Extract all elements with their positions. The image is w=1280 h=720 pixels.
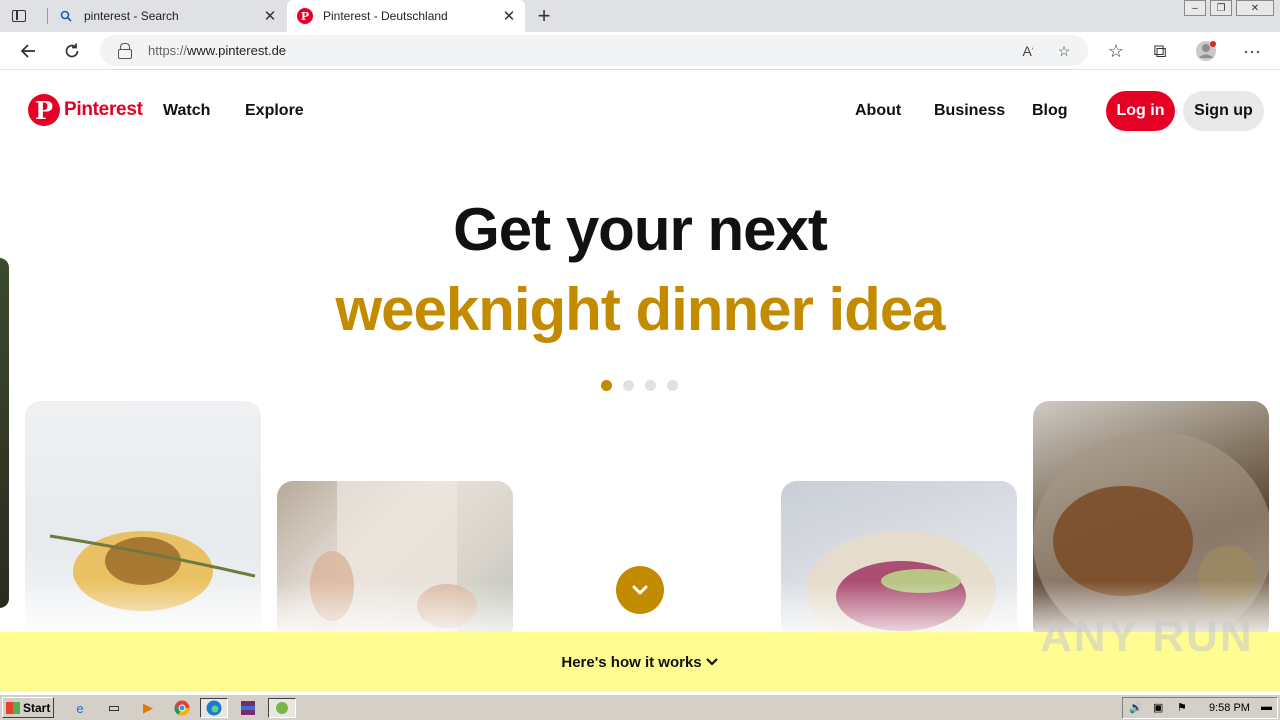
carousel-dot[interactable]: [645, 380, 656, 391]
hero-headline: Get your next: [453, 196, 828, 263]
address-bar[interactable]: https://www.pinterest.de Aʼ ☆: [100, 35, 1088, 66]
pinterest-icon: P: [297, 8, 313, 24]
hero-subline: weeknight dinner idea: [335, 276, 945, 343]
flag-icon[interactable]: ⚑: [1177, 701, 1187, 714]
image-card-chicken: [1033, 401, 1269, 641]
network-icon[interactable]: ▣: [1153, 701, 1163, 714]
how-it-works-label[interactable]: Here's how it works: [561, 654, 701, 671]
image-card-person: [277, 481, 513, 641]
read-aloud-icon[interactable]: Aʼ: [1018, 41, 1038, 61]
new-tab-button[interactable]: +: [532, 4, 556, 28]
image-card-soup: [25, 401, 261, 641]
signup-button[interactable]: Sign up: [1183, 91, 1264, 131]
carousel-dots: [601, 380, 689, 391]
image-card-toast: [781, 481, 1017, 641]
folder-icon[interactable]: ▭: [104, 698, 124, 718]
pinterest-logo[interactable]: P Pinterest: [28, 94, 143, 126]
back-button[interactable]: [14, 38, 42, 64]
chevron-down-icon: [632, 585, 648, 595]
browser-tabstrip: pinterest - Search ✕ P Pinterest - Deuts…: [0, 0, 1280, 32]
start-button[interactable]: Start: [2, 697, 54, 718]
close-window-button[interactable]: ✕: [1236, 0, 1274, 16]
nav-explore[interactable]: Explore: [245, 102, 304, 120]
edge-icon[interactable]: [200, 698, 228, 718]
carousel-dot[interactable]: [623, 380, 634, 391]
carousel-dot[interactable]: [601, 380, 612, 391]
tab-title: Pinterest - Deutschland: [323, 9, 448, 23]
add-favorite-icon[interactable]: ☆: [1054, 41, 1074, 61]
browser-toolbar: https://www.pinterest.de Aʼ ☆ ☆ ⧉ ···: [0, 32, 1280, 70]
url-text[interactable]: https://www.pinterest.de: [148, 43, 286, 58]
chrome-icon[interactable]: [172, 698, 192, 718]
windows-logo-icon: [6, 701, 20, 714]
tab-pinterest-search[interactable]: pinterest - Search ✕: [48, 0, 286, 32]
chevron-down-icon: [705, 658, 718, 666]
windows-taskbar: Start e ▭ ▶ 🔊 ▣ ⚑ 9:58 PM ▬: [0, 694, 1280, 720]
winrar-icon[interactable]: [238, 698, 258, 718]
app-icon[interactable]: [268, 698, 296, 718]
nav-blog[interactable]: Blog: [1032, 102, 1068, 120]
tab-actions-icon[interactable]: [8, 6, 30, 26]
more-options-icon[interactable]: ···: [1238, 38, 1266, 64]
restore-button[interactable]: ❐: [1210, 0, 1232, 16]
tab-title: pinterest - Search: [84, 9, 179, 23]
favorites-icon[interactable]: ☆: [1102, 38, 1130, 64]
refresh-button[interactable]: [58, 38, 86, 64]
system-tray: 🔊 ▣ ⚑ 9:58 PM ▬: [1122, 697, 1278, 719]
pinterest-icon: P: [28, 94, 60, 126]
login-button[interactable]: Log in: [1106, 91, 1175, 131]
scroll-down-button[interactable]: [616, 566, 664, 614]
profile-avatar[interactable]: [1192, 38, 1220, 64]
site-header: P Pinterest Watch Explore About Business…: [0, 70, 1280, 150]
close-icon[interactable]: ✕: [260, 6, 280, 26]
logo-text: Pinterest: [64, 99, 143, 120]
nav-watch[interactable]: Watch: [163, 102, 210, 120]
show-desktop-icon[interactable]: ▬: [1261, 701, 1272, 713]
svg-text:P: P: [301, 10, 309, 23]
tab-pinterest-deutschland[interactable]: P Pinterest - Deutschland ✕: [287, 0, 525, 32]
volume-icon[interactable]: 🔊: [1129, 701, 1143, 714]
image-card-edge: [0, 258, 9, 608]
collections-icon[interactable]: ⧉: [1146, 38, 1174, 64]
lock-icon[interactable]: [118, 43, 132, 59]
close-icon[interactable]: ✕: [499, 6, 519, 26]
nav-business[interactable]: Business: [934, 102, 1005, 120]
ie-icon[interactable]: e: [70, 698, 90, 718]
clock[interactable]: 9:58 PM: [1209, 702, 1250, 714]
nav-about[interactable]: About: [855, 102, 901, 120]
media-player-icon[interactable]: ▶: [138, 698, 158, 718]
watermark: ANY RUN: [1040, 612, 1254, 661]
search-icon: [58, 8, 74, 24]
minimize-button[interactable]: –: [1184, 0, 1206, 16]
carousel-dot[interactable]: [667, 380, 678, 391]
